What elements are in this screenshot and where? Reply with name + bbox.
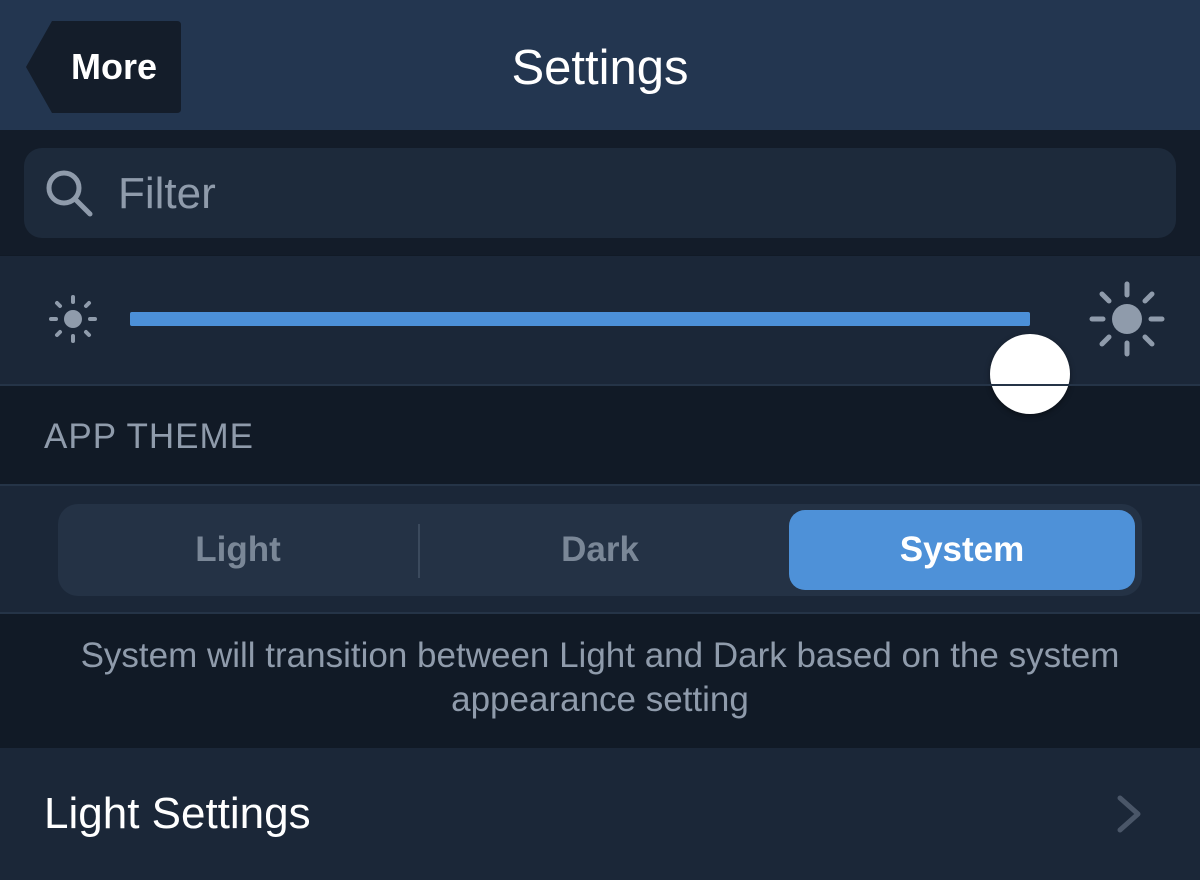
theme-segmented-control: Light Dark System xyxy=(58,504,1142,596)
brightness-slider-fill xyxy=(130,312,1030,326)
page-title: Settings xyxy=(511,41,689,95)
search-area xyxy=(0,130,1200,255)
theme-description: System will transition between Light and… xyxy=(80,636,1120,719)
segment-system[interactable]: System xyxy=(789,504,1135,596)
brightness-slider-row xyxy=(0,256,1200,414)
section-header-app-theme: APP THEME xyxy=(44,417,254,456)
sun-small-icon xyxy=(49,295,97,343)
segment-dark[interactable]: Dark xyxy=(420,504,780,596)
light-settings-cell[interactable]: Light Settings xyxy=(0,748,1200,880)
brightness-slider[interactable] xyxy=(130,312,1070,414)
chevron-right-icon xyxy=(1117,795,1141,833)
search-icon xyxy=(46,170,93,217)
search-field[interactable] xyxy=(24,148,1176,240)
theme-footnote: System will transition between Light and… xyxy=(0,614,1200,746)
brightness-slider-thumb[interactable] xyxy=(990,334,1070,414)
search-input[interactable] xyxy=(116,148,1120,240)
segment-light[interactable]: Light xyxy=(58,504,418,596)
theme-segment-row: Light Dark System xyxy=(0,486,1200,612)
nav-bar: More Settings xyxy=(0,0,1200,130)
cell-label: Light Settings xyxy=(44,789,311,838)
sun-large-icon xyxy=(1089,281,1165,357)
